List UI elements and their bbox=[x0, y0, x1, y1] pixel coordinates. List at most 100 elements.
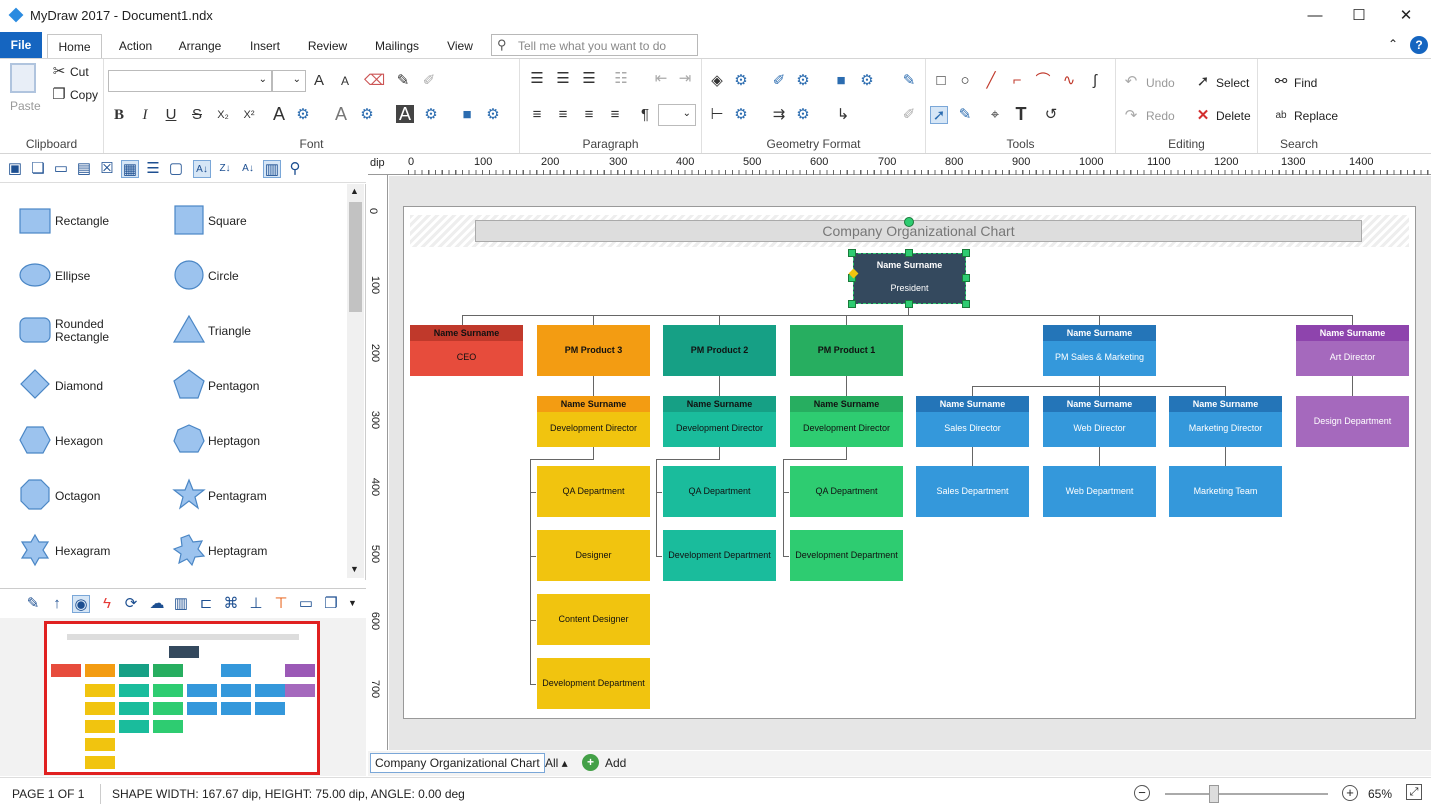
rectangle-tool-icon[interactable]: □ bbox=[932, 72, 950, 90]
close-library-icon[interactable]: ☒ bbox=[98, 160, 116, 178]
strikethrough-button[interactable]: S bbox=[188, 106, 206, 124]
resize-handle[interactable] bbox=[848, 300, 856, 308]
development-department-node[interactable]: Development Department bbox=[537, 658, 650, 709]
development-department-node[interactable]: Development Department bbox=[663, 530, 776, 581]
pm-product-1-node[interactable]: PM Product 1 bbox=[790, 325, 903, 376]
select-button[interactable]: Select bbox=[1216, 76, 1249, 90]
large-icons-view-icon[interactable]: ▦ bbox=[121, 160, 139, 178]
map-icon[interactable]: ⌘ bbox=[222, 595, 240, 613]
pm-product-2-node[interactable]: PM Product 2 bbox=[663, 325, 776, 376]
shadow-icon[interactable]: ■ bbox=[832, 72, 850, 90]
zoom-slider-track[interactable] bbox=[1165, 793, 1328, 795]
eyedropper-icon[interactable]: ✎ bbox=[900, 72, 918, 90]
line-brush-icon[interactable]: ✐ bbox=[770, 72, 788, 90]
shrink-font-icon[interactable]: A bbox=[336, 72, 354, 90]
zoom-slider-thumb[interactable] bbox=[1209, 785, 1219, 803]
increase-indent-icon[interactable]: ⇥ bbox=[676, 70, 694, 88]
edit-icon[interactable]: ✎ bbox=[24, 595, 42, 613]
save-icon[interactable]: ▣ bbox=[6, 160, 24, 178]
text-fill-icon[interactable]: A bbox=[396, 105, 414, 123]
text-style-icon[interactable]: A bbox=[270, 105, 288, 123]
dev-director-3-node[interactable]: Name Surname Development Director bbox=[537, 396, 650, 447]
tab-mailings[interactable]: Mailings bbox=[368, 34, 426, 59]
tab-view[interactable]: View bbox=[438, 34, 482, 59]
zoom-in-icon[interactable]: + bbox=[1342, 785, 1358, 801]
tell-me-search[interactable]: ⚲ Tell me what you want to do bbox=[491, 34, 698, 56]
align-left-icon[interactable]: ≡ bbox=[528, 106, 546, 124]
format-painter-icon[interactable]: ✐ bbox=[900, 106, 918, 124]
align-bottom-icon[interactable]: ☰ bbox=[580, 70, 598, 88]
connector-icon[interactable]: ⊏ bbox=[197, 595, 215, 613]
lasso-tool-icon[interactable]: ↺ bbox=[1042, 106, 1060, 124]
comment-icon[interactable]: ☁ bbox=[148, 595, 166, 613]
gear-icon[interactable]: ⚙ bbox=[794, 72, 812, 90]
arrows-icon[interactable]: ⇉ bbox=[770, 106, 788, 124]
chevron-up-icon[interactable]: ▲ bbox=[350, 186, 359, 196]
pencil-tool-icon[interactable]: ✎ bbox=[956, 106, 974, 124]
resize-handle[interactable] bbox=[962, 300, 970, 308]
bullets-icon[interactable]: ☷ bbox=[612, 70, 630, 88]
drawing-page[interactable]: Company Organizational Chart Name Surnam… bbox=[403, 206, 1416, 719]
paste-button[interactable]: Paste bbox=[10, 99, 41, 113]
chevron-down-icon[interactable]: ▼ bbox=[350, 564, 359, 574]
ceo-node[interactable]: Name Surname CEO bbox=[410, 325, 523, 376]
italic-button[interactable]: I bbox=[136, 106, 154, 124]
sort-icon[interactable]: A↓ bbox=[239, 160, 257, 178]
line-tool-icon[interactable]: ╱ bbox=[982, 72, 1000, 90]
minimize-button[interactable]: — bbox=[1292, 0, 1338, 32]
maximize-button[interactable]: ☐ bbox=[1336, 0, 1382, 32]
open-folder-icon[interactable]: ▭ bbox=[52, 160, 70, 178]
copy-button[interactable]: Copy bbox=[70, 88, 98, 102]
pm-sales-node[interactable]: Name Surname PM Sales & Marketing bbox=[1043, 325, 1156, 376]
grow-font-icon[interactable]: A bbox=[310, 72, 328, 90]
small-view-icon[interactable]: ▢ bbox=[167, 160, 185, 178]
resize-handle[interactable] bbox=[905, 249, 913, 257]
resize-handle[interactable] bbox=[848, 249, 856, 257]
dev-director-1-node[interactable]: Name Surname Development Director bbox=[790, 396, 903, 447]
align-middle-icon[interactable]: ☰ bbox=[554, 70, 572, 88]
book-icon[interactable]: ▥ bbox=[263, 160, 281, 178]
shape-label[interactable]: Heptagon bbox=[208, 434, 260, 448]
president-node[interactable]: Name Surname President bbox=[853, 253, 966, 304]
tab-home[interactable]: Home bbox=[47, 34, 102, 59]
rotate-handle[interactable] bbox=[904, 217, 914, 227]
designer-node[interactable]: Designer bbox=[537, 530, 650, 581]
gear-icon[interactable]: ⚙ bbox=[794, 106, 812, 124]
tab-file[interactable]: File bbox=[0, 32, 42, 59]
pointer-tool-icon[interactable]: ➚ bbox=[930, 106, 948, 124]
clear-format-icon[interactable]: ⌫ bbox=[364, 72, 385, 90]
shapes-scrollbar[interactable]: ▲ ▼ bbox=[347, 184, 364, 578]
tab-review[interactable]: Review bbox=[300, 34, 355, 59]
shape-label[interactable]: Octagon bbox=[55, 489, 100, 503]
marketing-director-node[interactable]: Name Surname Marketing Director bbox=[1169, 396, 1282, 447]
resize-handle[interactable] bbox=[962, 274, 970, 282]
web-director-node[interactable]: Name Surname Web Director bbox=[1043, 396, 1156, 447]
freehand-tool-icon[interactable]: ʃ bbox=[1086, 72, 1104, 90]
gear-icon[interactable]: ⚙ bbox=[732, 72, 750, 90]
redo-button[interactable]: Redo bbox=[1146, 109, 1175, 123]
text-tool-icon[interactable]: T bbox=[1012, 105, 1030, 123]
bold-button[interactable]: B bbox=[110, 106, 128, 124]
text-outline-icon[interactable]: A bbox=[332, 105, 350, 123]
font-family-select[interactable]: ⌄ bbox=[108, 70, 272, 92]
undo-button[interactable]: Undo bbox=[1146, 76, 1175, 90]
superscript-button[interactable]: X² bbox=[240, 106, 258, 124]
qa-department-node[interactable]: QA Department bbox=[790, 466, 903, 517]
list-view-icon[interactable]: ☰ bbox=[144, 160, 162, 178]
chart-title[interactable]: Company Organizational Chart bbox=[475, 220, 1362, 242]
gear-icon[interactable]: ⚙ bbox=[484, 106, 502, 124]
shape-label[interactable]: Hexagram bbox=[55, 544, 110, 558]
subscript-button[interactable]: X₂ bbox=[214, 106, 232, 124]
line-style-icon[interactable]: ⊢ bbox=[708, 106, 726, 124]
art-director-node[interactable]: Name Surname Art Director bbox=[1296, 325, 1409, 376]
sales-director-node[interactable]: Name Surname Sales Director bbox=[916, 396, 1029, 447]
cut-button[interactable]: Cut bbox=[70, 65, 89, 79]
development-department-node[interactable]: Development Department bbox=[790, 530, 903, 581]
text-shadow-icon[interactable]: ■ bbox=[458, 106, 476, 124]
page-thumbnail[interactable] bbox=[0, 618, 366, 776]
gear-icon[interactable]: ⚙ bbox=[358, 106, 376, 124]
curve-tool-icon[interactable]: ∿ bbox=[1060, 72, 1078, 90]
sales-department-node[interactable]: Sales Department bbox=[916, 466, 1029, 517]
tab-insert[interactable]: Insert bbox=[240, 34, 290, 59]
gear-icon[interactable]: ⚙ bbox=[732, 106, 750, 124]
